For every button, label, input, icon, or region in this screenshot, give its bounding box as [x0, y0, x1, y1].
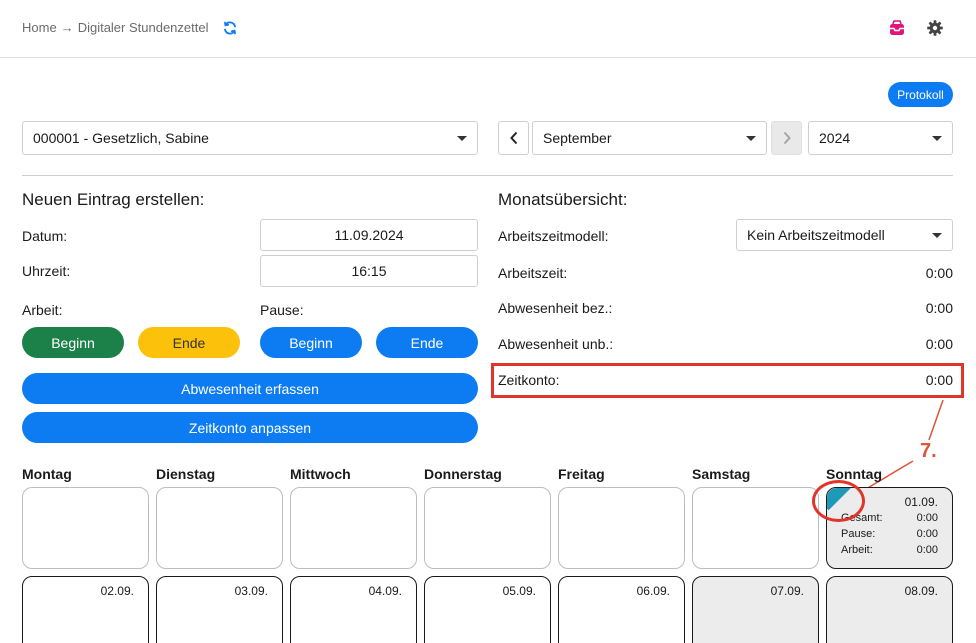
calendar-cell-empty	[424, 487, 551, 569]
calendar-cell-0809[interactable]: 08.09.	[826, 576, 953, 643]
cell-date: 01.09.	[904, 495, 938, 509]
day-header-saturday: Samstag	[692, 466, 751, 482]
calendar-cell-empty	[692, 487, 819, 569]
day-header-wednesday: Mittwoch	[290, 466, 351, 482]
calendar-cell-0609[interactable]: 06.09.	[558, 576, 685, 643]
cell-date: 02.09.	[100, 584, 134, 598]
callout-circle	[812, 480, 865, 522]
cell-date: 03.09.	[234, 584, 268, 598]
cell-date: 06.09.	[636, 584, 670, 598]
day-header-tuesday: Dienstag	[156, 466, 216, 482]
work-label: Arbeit:	[841, 544, 873, 556]
calendar-cell-empty	[22, 487, 149, 569]
calendar-cell-empty	[156, 487, 283, 569]
cell-date: 07.09.	[770, 584, 804, 598]
day-header-friday: Freitag	[558, 466, 605, 482]
total-value: 0:00	[916, 512, 938, 524]
calendar-cell-0209[interactable]: 02.09.	[22, 576, 149, 643]
calendar-cell-empty	[290, 487, 417, 569]
day-stats: Gesamt: 0:00 Pause: 0:00 Arbeit: 0:00	[841, 510, 938, 558]
pause-value: 0:00	[916, 528, 938, 540]
pause-label: Pause:	[841, 528, 876, 540]
calendar-cell-0409[interactable]: 04.09.	[290, 576, 417, 643]
calendar-cell-0709[interactable]: 07.09.	[692, 576, 819, 643]
callout-number: 7.	[920, 440, 937, 462]
cell-date: 08.09.	[904, 584, 938, 598]
calendar-cell-0309[interactable]: 03.09.	[156, 576, 283, 643]
day-header-thursday: Donnerstag	[424, 466, 502, 482]
calendar-cell-empty	[558, 487, 685, 569]
day-header-monday: Montag	[22, 466, 72, 482]
work-value: 0:00	[916, 544, 938, 556]
cell-date: 05.09.	[502, 584, 536, 598]
calendar-cell-0509[interactable]: 05.09.	[424, 576, 551, 643]
cell-date: 04.09.	[368, 584, 402, 598]
